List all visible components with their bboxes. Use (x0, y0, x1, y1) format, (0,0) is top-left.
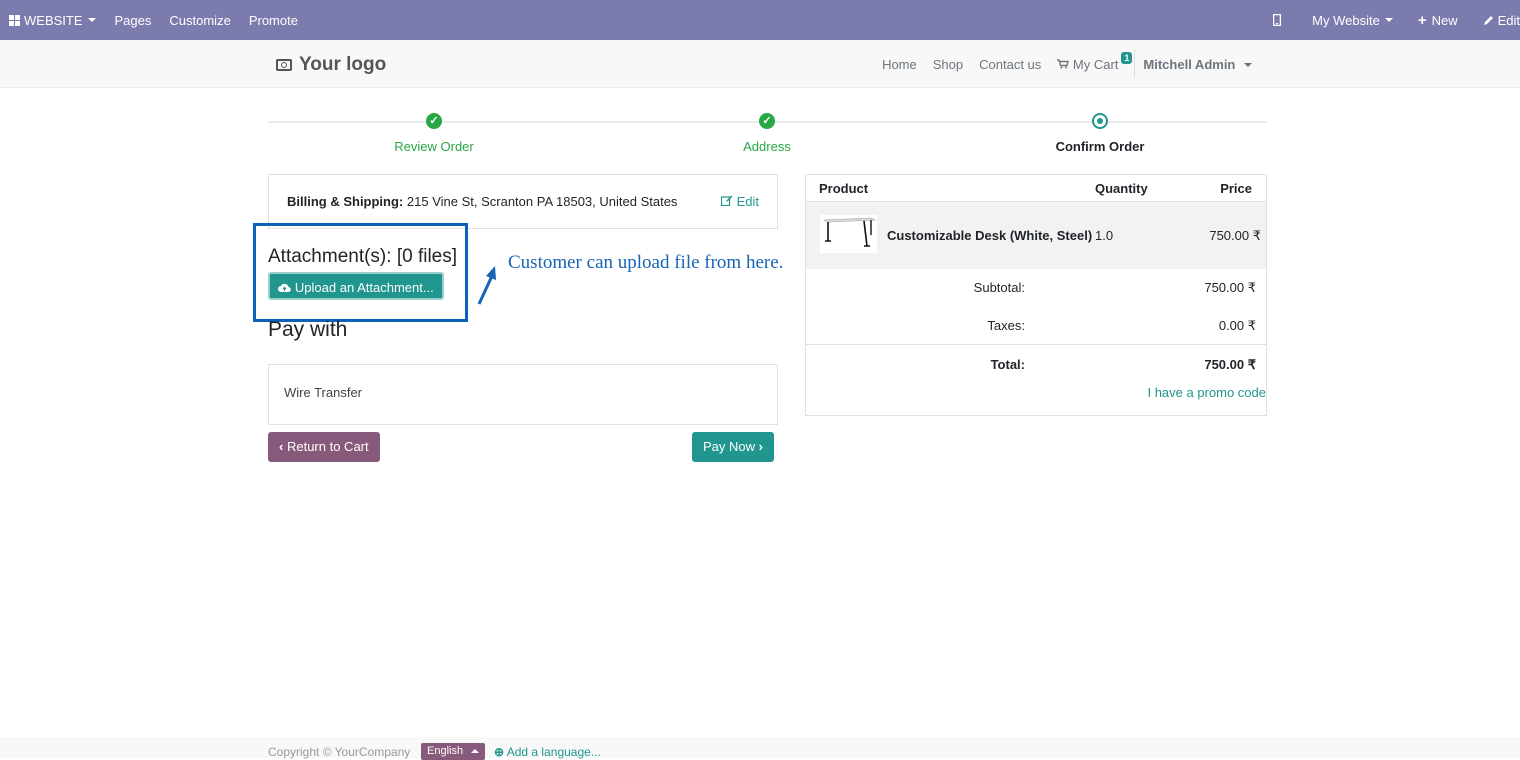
check-icon: ✓ (759, 113, 775, 129)
payment-method-wire-transfer[interactable]: Wire Transfer (268, 364, 778, 425)
cart-count-badge: 1 (1121, 51, 1133, 64)
edit-label: Edit (736, 194, 759, 209)
pages-menu[interactable]: Pages (105, 0, 161, 40)
product-name[interactable]: Customizable Desk (White, Steel) (887, 228, 1092, 243)
plus-icon: + (1417, 11, 1427, 29)
edit-icon (720, 195, 733, 207)
product-quantity: 1.0 (1095, 228, 1114, 243)
step-address[interactable]: ✓ Address (667, 113, 867, 154)
admin-bar: WEBSITE Pages Customize Promote My Websi… (0, 0, 1520, 40)
nav-home[interactable]: Home (874, 57, 925, 72)
copyright-text: Copyright © YourCompany (268, 745, 411, 759)
site-logo[interactable]: Your logo (276, 54, 386, 76)
website-menu[interactable]: WEBSITE (0, 0, 105, 40)
annotation-arrow-icon (477, 266, 496, 305)
nav-menu: Home Shop Contact us My Cart 1 Mitchell … (874, 40, 1260, 88)
step-label: Confirm Order (1055, 139, 1145, 154)
annotation-text: Customer can upload file from here. (508, 252, 784, 273)
product-price: 750.00 ₹ (1209, 228, 1261, 243)
my-website-label: My Website (1312, 12, 1380, 28)
caret-down-icon (1244, 63, 1252, 68)
total-label: Total: (990, 357, 1025, 372)
site-navbar: Your logo Home Shop Contact us My Cart 1… (0, 40, 1520, 88)
website-menu-label: WEBSITE (24, 12, 83, 28)
pay-now-button[interactable]: Pay Now › (692, 432, 774, 462)
nav-contact[interactable]: Contact us (971, 57, 1049, 72)
logo-text: Your logo (299, 54, 387, 75)
subtotal-label: Subtotal: (973, 280, 1025, 295)
step-label: Address (743, 139, 791, 154)
pay-with-title: Pay with (268, 318, 348, 341)
billing-shipping-card: Billing & Shipping: 215 Vine St, Scranto… (268, 174, 778, 229)
taxes-value: 0.00 ₹ (1218, 318, 1256, 333)
pay-now-label: Pay Now (703, 439, 756, 454)
camera-icon (276, 59, 292, 71)
promo-code-link[interactable]: I have a promo code (1147, 385, 1266, 400)
edit-address-link[interactable]: Edit (720, 194, 759, 209)
my-website-menu[interactable]: My Website (1303, 0, 1409, 40)
user-menu[interactable]: Mitchell Admin (1135, 57, 1260, 72)
product-image (820, 215, 877, 253)
nav-shop[interactable]: Shop (925, 57, 971, 72)
caret-up-icon (471, 749, 480, 754)
nav-cart[interactable]: My Cart 1 (1049, 51, 1134, 72)
apps-grid-icon (9, 14, 20, 26)
customize-menu[interactable]: Customize (160, 0, 239, 40)
step-label: Review Order (394, 139, 474, 154)
caret-down-icon (87, 18, 96, 22)
language-selector[interactable]: English (421, 743, 486, 760)
add-language-label: Add a language... (506, 745, 601, 759)
pencil-icon (1483, 15, 1493, 25)
taxes-label: Taxes: (987, 318, 1025, 333)
summary-header: Product Quantity Price (806, 175, 1266, 202)
new-label: New (1431, 12, 1458, 28)
order-summary: Product Quantity Price Customizable Desk… (805, 174, 1267, 416)
subtotal-value: 750.00 ₹ (1204, 280, 1256, 295)
new-button[interactable]: + New (1409, 0, 1474, 40)
plus-circle-icon: ⊕ (494, 745, 505, 759)
mobile-phone-icon (1273, 14, 1282, 26)
edit-label: Edit (1497, 12, 1520, 28)
shopping-cart-icon (1057, 58, 1070, 68)
mobile-preview-button[interactable] (1264, 0, 1303, 40)
add-language-link[interactable]: ⊕ Add a language... (494, 745, 601, 759)
summary-divider (806, 344, 1266, 345)
header-product: Product (819, 181, 869, 196)
header-price: Price (1220, 181, 1252, 196)
header-quantity: Quantity (1095, 181, 1148, 196)
footer: Copyright © YourCompany English ⊕ Add a … (0, 737, 1520, 760)
check-icon: ✓ (426, 113, 442, 129)
billing-label: Billing & Shipping: (287, 194, 404, 209)
promote-menu[interactable]: Promote (240, 0, 307, 40)
caret-down-icon (1384, 18, 1393, 22)
language-label: English (427, 745, 464, 757)
billing-address: 215 Vine St, Scranton PA 18503, United S… (406, 194, 678, 209)
step-confirm-order: Confirm Order (1000, 113, 1200, 154)
chevron-left-icon: ‹ (279, 439, 284, 454)
edit-button[interactable]: Edit (1474, 0, 1520, 40)
annotation-highlight-box (253, 223, 468, 322)
payment-method-label: Wire Transfer (284, 385, 363, 400)
return-label: Return to Cart (286, 439, 369, 454)
current-step-icon (1092, 113, 1108, 129)
step-review-order[interactable]: ✓ Review Order (334, 113, 534, 154)
table-row: Customizable Desk (White, Steel) 1.0 750… (806, 202, 1266, 269)
total-value: 750.00 ₹ (1204, 357, 1256, 372)
user-name: Mitchell Admin (1143, 56, 1236, 72)
return-to-cart-button[interactable]: ‹ Return to Cart (268, 432, 380, 462)
chevron-right-icon: › (758, 439, 763, 454)
cart-label: My Cart (1072, 56, 1119, 72)
